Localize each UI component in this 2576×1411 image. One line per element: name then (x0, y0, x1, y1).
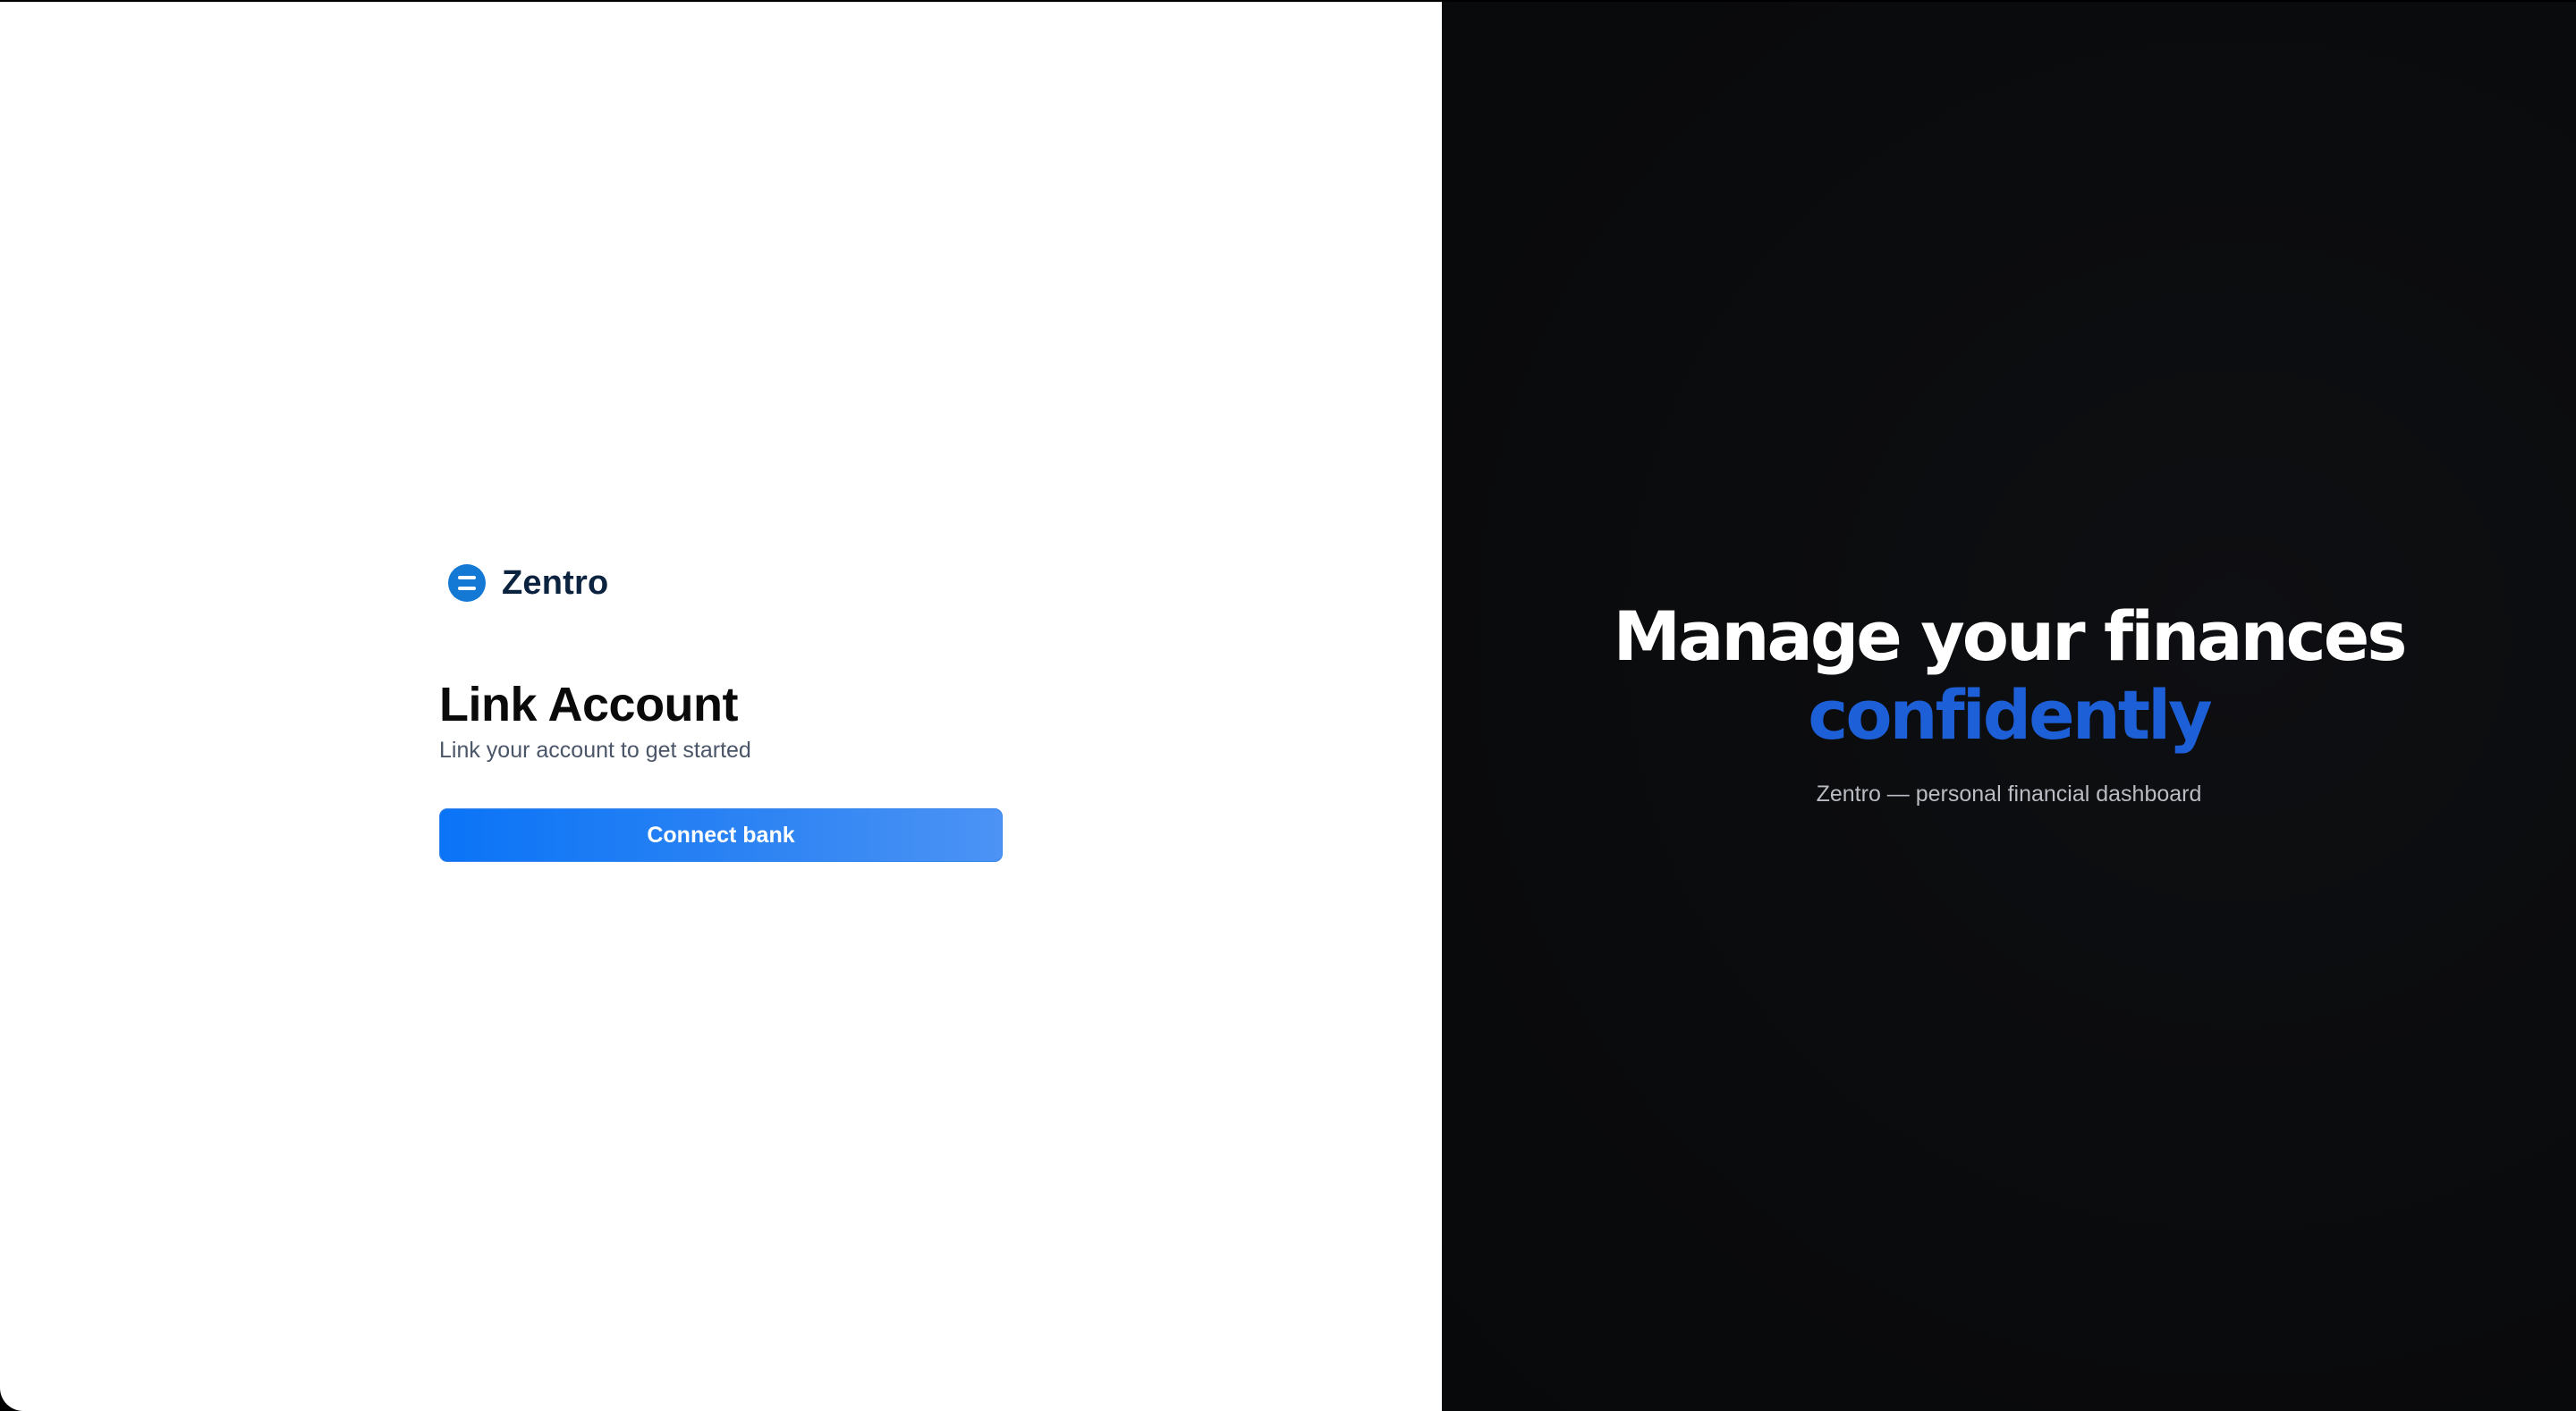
auth-panel: Zentro Link Account Link your account to… (0, 2, 1442, 1411)
auth-card: Zentro Link Account Link your account to… (439, 559, 1003, 862)
brand: Zentro (439, 559, 1003, 607)
hero-panel: Manage your finances confidently Zentro … (1442, 2, 2576, 1411)
connect-bank-button[interactable]: Connect bank (439, 808, 1003, 862)
hero-headline: Manage your finances (1613, 596, 2408, 676)
logo-bar-bottom (458, 587, 476, 590)
page-subtitle: Link your account to get started (439, 738, 751, 763)
page-title: Link Account (439, 678, 739, 731)
zentro-logo-icon (448, 564, 486, 602)
hero-caption: Zentro — personal financial dashboard (1816, 782, 2202, 807)
page: Zentro Link Account Link your account to… (0, 0, 2576, 1411)
logo-bar-top (458, 576, 476, 579)
hero: Manage your finances confidently Zentro … (1442, 597, 2576, 807)
brand-name: Zentro (502, 563, 609, 602)
hero-headline-highlight: confidently (1808, 675, 2212, 755)
